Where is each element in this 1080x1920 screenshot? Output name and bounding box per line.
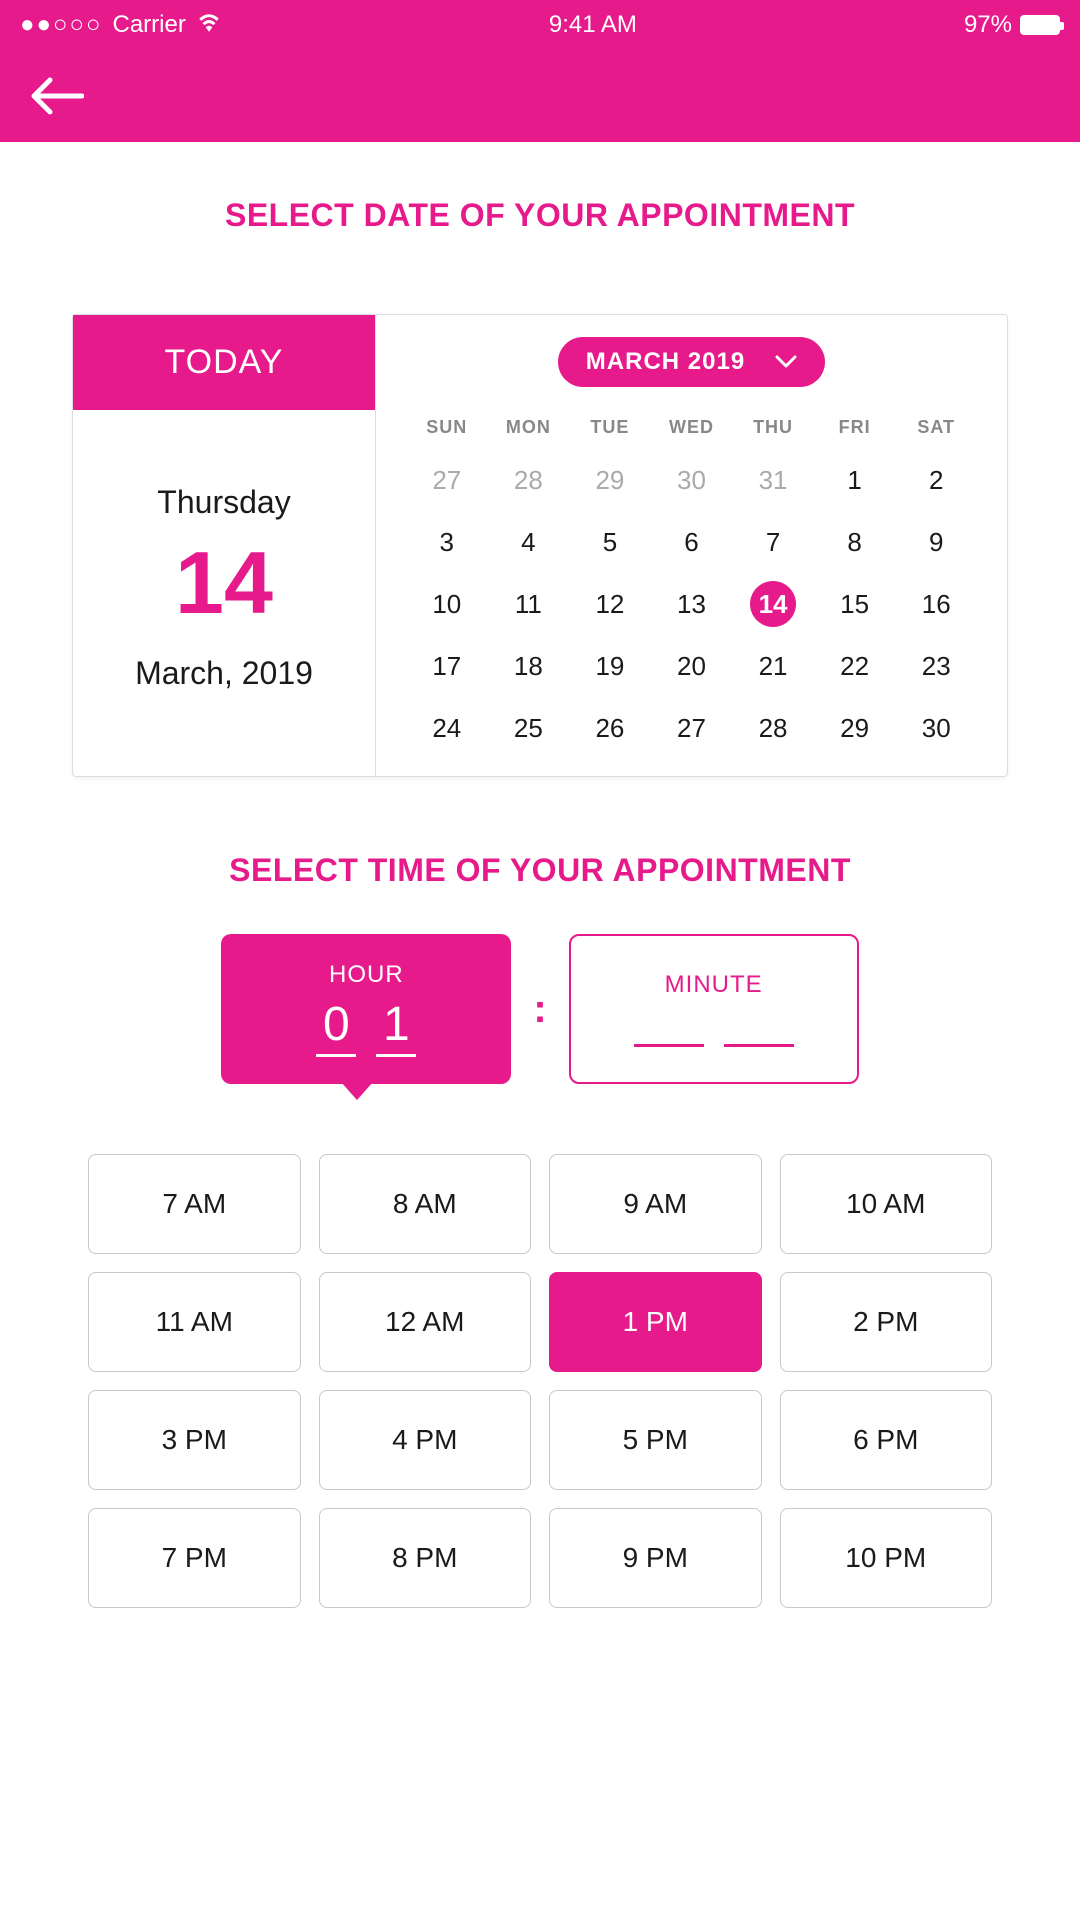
hour-option[interactable]: 8 AM — [319, 1154, 532, 1254]
calendar-dow: TUE — [569, 417, 651, 438]
hour-option[interactable]: 5 PM — [549, 1390, 762, 1490]
calendar-day[interactable]: 21 — [732, 646, 814, 686]
calendar-day[interactable]: 25 — [488, 708, 570, 748]
minute-digit-1 — [724, 1007, 794, 1047]
signal-dots-icon: ●●○○○ — [20, 11, 102, 39]
calendar-day[interactable]: 19 — [569, 646, 651, 686]
calendar-day[interactable]: 7 — [732, 522, 814, 562]
arrow-left-icon — [30, 76, 84, 116]
carrier-label: Carrier — [112, 11, 185, 39]
calendar-day[interactable]: 8 — [814, 522, 896, 562]
calendar-day[interactable]: 4 — [488, 522, 570, 562]
calendar-day[interactable]: 17 — [406, 646, 488, 686]
minute-label: MINUTE — [665, 971, 763, 999]
calendar-day[interactable]: 18 — [488, 646, 570, 686]
calendar-day[interactable]: 3 — [406, 522, 488, 562]
calendar-day[interactable]: 30 — [895, 708, 977, 748]
time-selectors: HOUR 0 1 : MINUTE — [0, 934, 1080, 1084]
calendar-day[interactable]: 9 — [895, 522, 977, 562]
nav-bar — [0, 50, 1080, 142]
calendar-day[interactable]: 14 — [732, 584, 814, 624]
hour-option[interactable]: 9 AM — [549, 1154, 762, 1254]
calendar-day[interactable]: 29 — [569, 460, 651, 500]
hour-option[interactable]: 7 PM — [88, 1508, 301, 1608]
calendar-day[interactable]: 6 — [651, 522, 733, 562]
hour-option[interactable]: 2 PM — [780, 1272, 993, 1372]
calendar-day[interactable]: 10 — [406, 584, 488, 624]
hour-option[interactable]: 6 PM — [780, 1390, 993, 1490]
hour-option[interactable]: 3 PM — [88, 1390, 301, 1490]
chevron-down-icon — [775, 355, 797, 369]
date-section-title: SELECT DATE OF YOUR APPOINTMENT — [0, 197, 1080, 234]
hour-digit-1: 1 — [376, 997, 416, 1057]
month-selector[interactable]: MARCH 2019 — [558, 337, 825, 387]
time-colon: : — [533, 987, 546, 1032]
calendar-dow: SAT — [895, 417, 977, 438]
calendar-dow: SUN — [406, 417, 488, 438]
calendar-day[interactable]: 15 — [814, 584, 896, 624]
calendar-day[interactable]: 28 — [732, 708, 814, 748]
minute-box[interactable]: MINUTE — [569, 934, 859, 1084]
calendar-day[interactable]: 2 — [895, 460, 977, 500]
calendar-day[interactable]: 29 — [814, 708, 896, 748]
minute-digit-0 — [634, 1007, 704, 1047]
battery-icon — [1020, 15, 1060, 35]
hour-option[interactable]: 10 PM — [780, 1508, 993, 1608]
calendar-day[interactable]: 31 — [732, 460, 814, 500]
today-panel: TODAY Thursday 14 March, 2019 — [73, 315, 376, 776]
calendar-day[interactable]: 30 — [651, 460, 733, 500]
calendar-day[interactable]: 13 — [651, 584, 733, 624]
hour-option[interactable]: 12 AM — [319, 1272, 532, 1372]
calendar-dow: WED — [651, 417, 733, 438]
calendar-dow: FRI — [814, 417, 896, 438]
status-bar: ●●○○○ Carrier 9:41 AM 97% — [0, 0, 1080, 50]
calendar-day[interactable]: 23 — [895, 646, 977, 686]
calendar-day[interactable]: 20 — [651, 646, 733, 686]
calendar-day[interactable]: 22 — [814, 646, 896, 686]
hour-option[interactable]: 8 PM — [319, 1508, 532, 1608]
status-time: 9:41 AM — [549, 11, 637, 39]
today-date: 14 — [175, 539, 273, 627]
hour-label: HOUR — [329, 961, 404, 989]
hour-option[interactable]: 7 AM — [88, 1154, 301, 1254]
hour-box[interactable]: HOUR 0 1 — [221, 934, 511, 1084]
calendar-day[interactable]: 27 — [651, 708, 733, 748]
hour-option[interactable]: 9 PM — [549, 1508, 762, 1608]
calendar-day[interactable]: 12 — [569, 584, 651, 624]
calendar-day[interactable]: 1 — [814, 460, 896, 500]
calendar-day[interactable]: 27 — [406, 460, 488, 500]
hour-option[interactable]: 1 PM — [549, 1272, 762, 1372]
calendar-day[interactable]: 5 — [569, 522, 651, 562]
today-header: TODAY — [73, 315, 375, 410]
battery-percent: 97% — [964, 11, 1012, 39]
today-month-year: March, 2019 — [135, 655, 313, 692]
calendar-day[interactable]: 28 — [488, 460, 570, 500]
hour-option[interactable]: 4 PM — [319, 1390, 532, 1490]
calendar-day[interactable]: 26 — [569, 708, 651, 748]
calendar-dow: THU — [732, 417, 814, 438]
calendar-day[interactable]: 11 — [488, 584, 570, 624]
calendar-card: TODAY Thursday 14 March, 2019 MARCH 2019… — [72, 314, 1008, 777]
hour-option[interactable]: 11 AM — [88, 1272, 301, 1372]
time-section-title: SELECT TIME OF YOUR APPOINTMENT — [0, 852, 1080, 889]
calendar-grid: SUNMONTUEWEDTHUFRISAT2728293031123456789… — [406, 417, 977, 748]
hour-option[interactable]: 10 AM — [780, 1154, 993, 1254]
hour-digit-0: 0 — [316, 997, 356, 1057]
month-panel: MARCH 2019 SUNMONTUEWEDTHUFRISAT27282930… — [376, 315, 1007, 776]
calendar-day[interactable]: 16 — [895, 584, 977, 624]
calendar-dow: MON — [488, 417, 570, 438]
back-button[interactable] — [30, 76, 84, 116]
calendar-day[interactable]: 24 — [406, 708, 488, 748]
hour-grid: 7 AM8 AM9 AM10 AM 11 AM12 AM1 PM2 PM 3 PM4… — [0, 1154, 1080, 1608]
month-label: MARCH 2019 — [586, 348, 745, 376]
wifi-icon — [196, 11, 222, 39]
today-weekday: Thursday — [157, 484, 290, 521]
